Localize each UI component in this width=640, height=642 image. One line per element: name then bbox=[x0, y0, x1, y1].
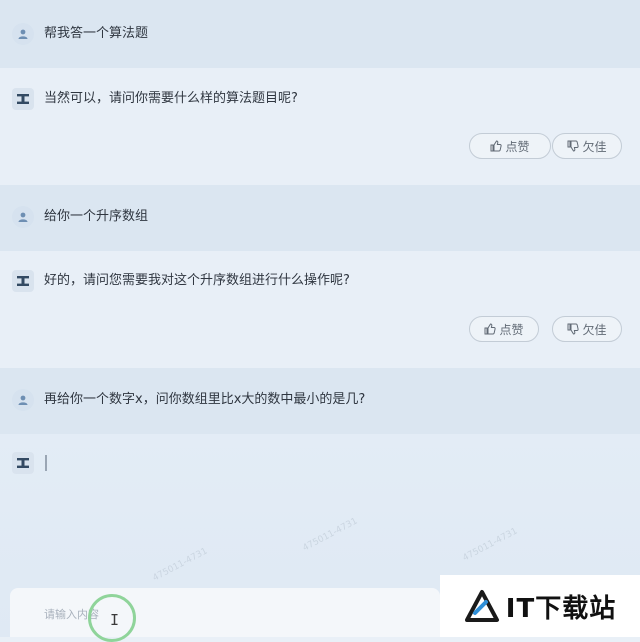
thumbs-up-icon bbox=[484, 323, 497, 335]
message-row-assistant: 好的，请问您需要我对这个升序数组进行什么操作呢? 点赞 欠佳 bbox=[0, 251, 640, 368]
dislike-label: 欠佳 bbox=[582, 322, 607, 337]
thumbs-down-icon bbox=[567, 140, 580, 152]
like-label: 点赞 bbox=[499, 322, 524, 337]
typing-caret bbox=[45, 455, 47, 471]
message-text: 好的，请问您需要我对这个升序数组进行什么操作呢? bbox=[44, 273, 350, 288]
watermark: 475011-4731 bbox=[301, 516, 360, 554]
like-label: 点赞 bbox=[505, 139, 530, 154]
dislike-button[interactable]: 欠佳 bbox=[552, 316, 622, 342]
message-row-user: 再给你一个数字x，问你数组里比x大的数中最小的是几? bbox=[0, 368, 640, 434]
triangle-logo-icon bbox=[464, 590, 499, 622]
bot-logo-icon bbox=[12, 270, 34, 292]
logo-text: IT下载站 bbox=[505, 593, 617, 624]
watermark: 475011-4731 bbox=[151, 546, 210, 584]
message-row-user: 帮我答一个算法题 bbox=[0, 0, 640, 68]
person-icon bbox=[12, 23, 34, 45]
text-cursor-icon: I bbox=[110, 611, 120, 629]
dislike-button[interactable]: 欠佳 bbox=[552, 133, 622, 159]
site-logo: IT下载站 bbox=[440, 575, 640, 637]
message-text: 再给你一个数字x，问你数组里比x大的数中最小的是几? bbox=[44, 392, 366, 407]
like-button[interactable]: 点赞 bbox=[469, 133, 551, 159]
bot-logo-icon bbox=[12, 88, 34, 110]
message-row-user: 给你一个升序数组 bbox=[0, 185, 640, 251]
thumbs-down-icon bbox=[567, 323, 580, 335]
person-icon bbox=[12, 206, 34, 228]
bot-logo-icon bbox=[12, 452, 34, 474]
watermark: 475011-4731 bbox=[461, 526, 520, 564]
dislike-label: 欠佳 bbox=[582, 139, 607, 154]
person-icon bbox=[12, 389, 34, 411]
like-button[interactable]: 点赞 bbox=[469, 316, 539, 342]
message-text: 当然可以，请问你需要什么样的算法题目呢? bbox=[44, 91, 298, 106]
thumbs-up-icon bbox=[490, 140, 503, 152]
message-row-assistant: 当然可以，请问你需要什么样的算法题目呢? 点赞 欠佳 bbox=[0, 68, 640, 185]
chat-input[interactable]: 请输入内容 bbox=[10, 588, 440, 637]
message-text: 帮我答一个算法题 bbox=[44, 26, 149, 41]
message-text: 给你一个升序数组 bbox=[44, 209, 149, 224]
